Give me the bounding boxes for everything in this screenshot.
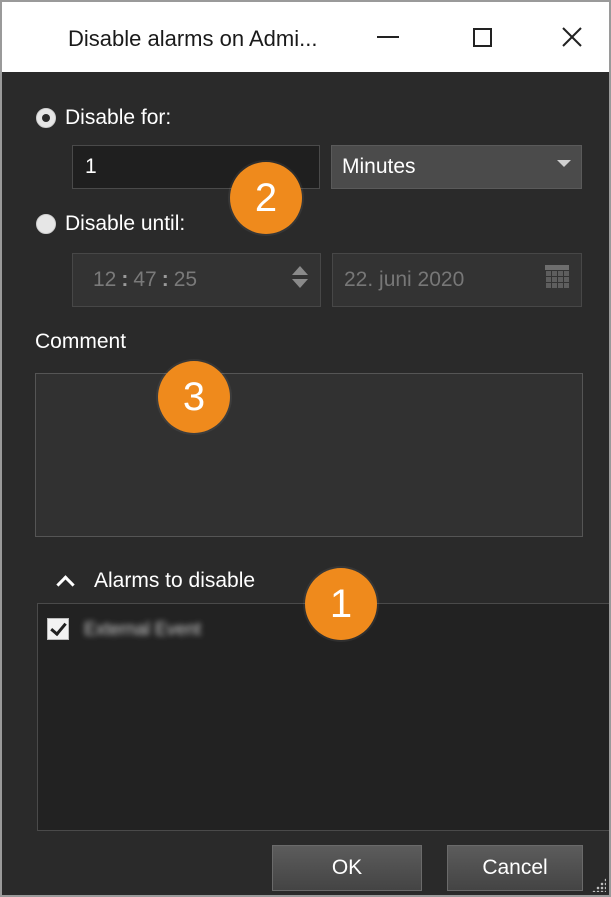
disable-for-radio[interactable] [36, 108, 56, 128]
maximize-icon [472, 27, 492, 47]
ok-button[interactable]: OK [272, 845, 422, 891]
callout-badge-2: 2 [230, 162, 302, 234]
callout-badge-1: 1 [305, 568, 377, 640]
alarm-checkbox[interactable] [47, 618, 69, 640]
disable-until-label: Disable until: [65, 212, 186, 235]
date-value: 22. juni 2020 [344, 268, 465, 291]
date-picker[interactable]: 22. juni 2020 [332, 253, 582, 307]
dialog-body: Disable for: 1 Minutes Disable until: 12… [2, 72, 609, 895]
comment-label: Comment [35, 330, 127, 353]
duration-unit-value: Minutes [342, 155, 416, 178]
spin-up-icon [292, 266, 308, 275]
disable-for-label: Disable for: [65, 106, 172, 129]
duration-unit-select[interactable]: Minutes [331, 145, 582, 189]
time-hours: 12 [93, 268, 117, 291]
time-separator: : [121, 268, 129, 291]
disable-for-option[interactable]: Disable for: [36, 106, 171, 130]
spin-down-icon [292, 279, 308, 288]
resize-grip-icon[interactable] [592, 878, 606, 892]
alarm-name: External Event [84, 619, 202, 639]
window-title: Disable alarms on Admi... [68, 26, 318, 51]
alarms-section-label: Alarms to disable [94, 569, 256, 592]
close-icon [562, 27, 582, 47]
comment-field[interactable] [35, 373, 583, 537]
disable-until-radio[interactable] [36, 214, 56, 234]
time-spinner-icon[interactable] [292, 266, 308, 288]
close-button[interactable] [532, 2, 609, 72]
maximize-button[interactable] [442, 2, 522, 72]
disable-alarms-dialog: Disable alarms on Admi... Disable for: 1… [0, 0, 611, 897]
callout-badge-3: 3 [158, 361, 230, 433]
title-bar[interactable]: Disable alarms on Admi... [2, 2, 609, 72]
minimize-icon [377, 36, 399, 38]
alarms-section-toggle[interactable]: Alarms to disable [56, 569, 256, 594]
minimize-button[interactable] [348, 2, 428, 72]
cancel-button[interactable]: Cancel [447, 845, 583, 891]
disable-until-option[interactable]: Disable until: [36, 212, 185, 236]
time-separator: : [161, 268, 169, 291]
time-minutes: 47 [133, 268, 157, 291]
chevron-down-icon [557, 160, 571, 167]
time-seconds: 25 [173, 268, 198, 291]
time-picker[interactable]: 12 : 47 : 25 [72, 253, 321, 307]
chevron-up-icon [56, 574, 75, 594]
alarms-list: External Event [37, 603, 609, 831]
calendar-icon[interactable] [545, 265, 569, 289]
